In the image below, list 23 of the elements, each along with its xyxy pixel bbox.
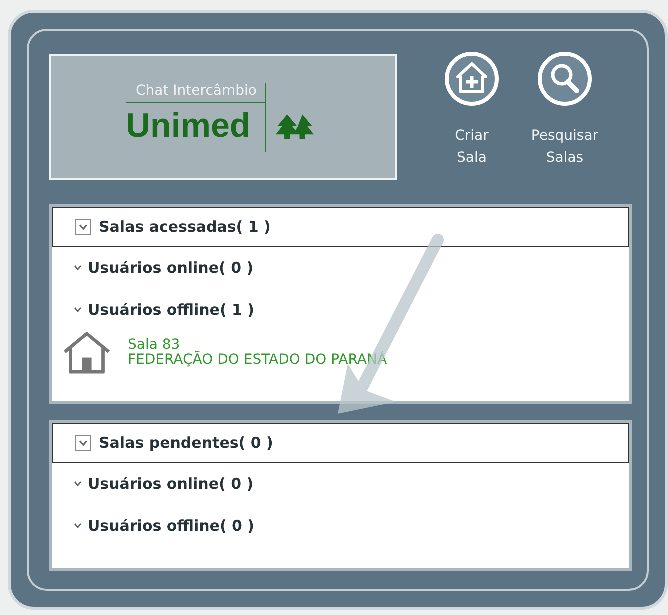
room-organization: FEDERAÇÃO DO ESTADO DO PARANÁ	[128, 353, 388, 368]
group-header[interactable]: Usuários offline( 0 )	[52, 505, 629, 547]
section-header[interactable]: Salas pendentes( 0 )	[52, 423, 629, 463]
house-icon	[62, 331, 112, 375]
group-header[interactable]: Usuários online( 0 )	[52, 247, 629, 289]
action-button[interactable]: Pesquisar Salas	[517, 51, 613, 169]
section-header[interactable]: Salas acessadas( 1 )	[52, 207, 629, 247]
chevron-down-icon	[74, 481, 82, 487]
group-header[interactable]: Usuários online( 0 )	[52, 463, 629, 505]
chevron-down-icon	[78, 440, 88, 446]
chevron-down-icon	[74, 265, 82, 271]
collapse-toggle-icon[interactable]	[75, 435, 91, 451]
group-header[interactable]: Usuários offline( 1 )	[52, 289, 629, 331]
chevron-down-icon	[74, 523, 82, 529]
trees-icon	[276, 114, 314, 140]
collapse-toggle-icon[interactable]	[75, 219, 91, 235]
logo-wordmark: Unimed	[126, 102, 266, 152]
add-house-icon	[444, 51, 500, 107]
chevron-down-icon	[74, 307, 82, 313]
chevron-down-icon	[78, 224, 88, 230]
search-icon	[537, 51, 593, 107]
action-button[interactable]: Criar Sala	[437, 51, 507, 169]
logo-caption: Chat Intercâmbio	[126, 82, 266, 102]
